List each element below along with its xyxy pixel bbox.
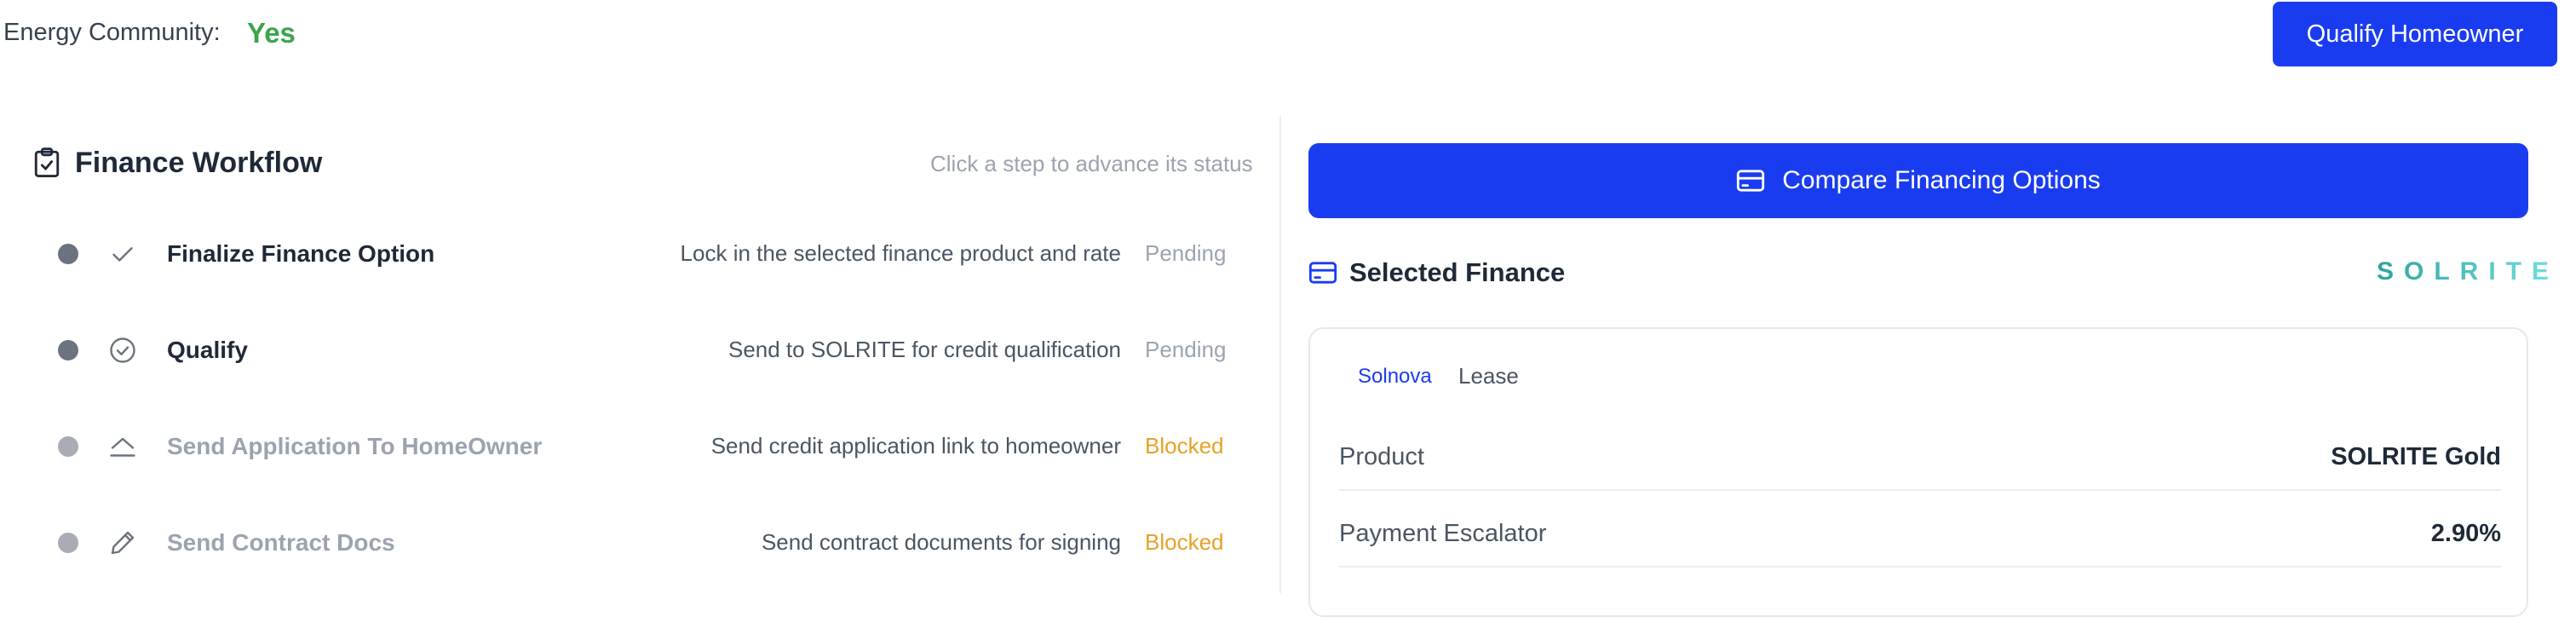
step-name: Finalize Finance Option	[167, 240, 435, 267]
workflow-step-qualify[interactable]: Qualify Send to SOLRITE for credit quali…	[0, 320, 1278, 379]
compare-financing-options-button[interactable]: Compare Financing Options	[1308, 143, 2528, 218]
solrite-logo: SOLRITE	[2377, 257, 2560, 285]
tab-lease[interactable]: Lease	[1458, 363, 1519, 389]
selected-finance-title: Selected Finance	[1349, 257, 1566, 287]
row-label: Product	[1339, 443, 1424, 470]
step-description: Lock in the selected finance product and…	[680, 240, 1121, 266]
row-divider	[1339, 489, 2501, 491]
step-status-dot	[58, 244, 78, 264]
finance-row-product: Product SOLRITE Gold	[1339, 418, 2501, 494]
step-name: Send Contract Docs	[167, 529, 395, 556]
step-status: Blocked	[1145, 529, 1224, 555]
step-status-dot	[58, 436, 78, 457]
row-value: 2.90%	[2430, 520, 2501, 547]
selected-finance-card: Solnova Lease Product SOLRITE Gold Payme…	[1308, 327, 2528, 617]
step-status: Blocked	[1145, 433, 1224, 458]
step-status-dot	[58, 340, 78, 360]
panel-divider	[1279, 116, 1281, 593]
compare-button-label: Compare Financing Options	[1782, 166, 2101, 194]
step-status: Pending	[1145, 240, 1227, 266]
step-description: Send contract documents for signing	[761, 529, 1121, 555]
step-name: Send Application To HomeOwner	[167, 433, 543, 459]
workflow-step-send-contract-docs[interactable]: Send Contract Docs Send contract documen…	[0, 512, 1278, 572]
send-tray-icon	[110, 437, 135, 457]
credit-card-icon	[1737, 170, 1765, 192]
step-status: Pending	[1145, 337, 1227, 362]
tab-solnova[interactable]: Solnova	[1358, 365, 1432, 389]
workflow-step-send-application[interactable]: Send Application To HomeOwner Send credi…	[0, 416, 1278, 476]
check-icon	[112, 247, 133, 262]
check-circle-icon	[110, 337, 135, 363]
qualify-homeowner-button[interactable]: Qualify Homeowner	[2273, 2, 2557, 66]
step-name: Qualify	[167, 337, 248, 363]
step-description: Send credit application link to homeowne…	[710, 433, 1121, 458]
step-status-dot	[58, 533, 78, 553]
row-label: Payment Escalator	[1339, 520, 1547, 547]
row-value: SOLRITE Gold	[2331, 443, 2501, 470]
workflow-hint: Click a step to advance its status	[930, 151, 1253, 176]
top-bar: Energy Community: Yes Qualify Homeowner	[0, 0, 2576, 68]
credit-card-icon	[1308, 262, 1337, 284]
pencil-icon	[111, 531, 135, 555]
step-description: Send to SOLRITE for credit qualification	[727, 337, 1121, 362]
workflow-step-finalize-finance-option[interactable]: Finalize Finance Option Lock in the sele…	[0, 223, 1278, 283]
energy-community-label: Energy Community:	[3, 19, 221, 46]
finance-workflow-title: Finance Workflow	[75, 147, 323, 179]
energy-community-value: Yes	[247, 17, 296, 49]
row-divider	[1339, 566, 2501, 568]
finance-row-payment-escalator: Payment Escalator 2.90%	[1339, 494, 2501, 571]
clipboard-check-icon	[34, 147, 60, 178]
